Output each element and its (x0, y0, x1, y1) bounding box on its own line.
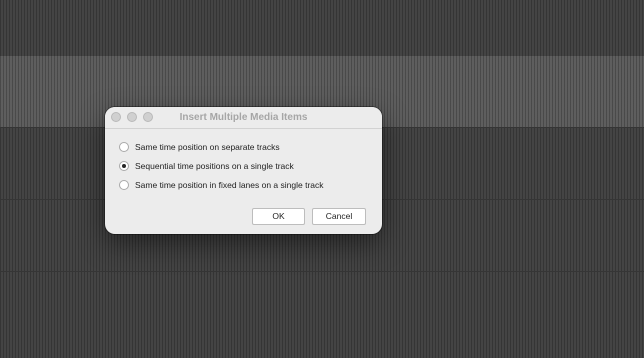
insert-media-dialog: Insert Multiple Media Items Same time po… (105, 107, 382, 234)
cancel-button[interactable]: Cancel (312, 208, 366, 225)
track-lane[interactable] (0, 0, 644, 56)
option-sequential-single-track[interactable]: Sequential time positions on a single tr… (119, 159, 294, 173)
dialog-title: Insert Multiple Media Items (179, 112, 308, 123)
track-lane[interactable] (0, 272, 644, 358)
option-label: Sequential time positions on a single tr… (135, 161, 294, 171)
option-label: Same time position in fixed lanes on a s… (135, 180, 324, 190)
radio-button[interactable] (119, 180, 129, 190)
ok-button[interactable]: OK (252, 208, 305, 225)
option-fixed-lanes[interactable]: Same time position in fixed lanes on a s… (119, 178, 324, 192)
dialog-titlebar[interactable]: Insert Multiple Media Items (105, 107, 382, 129)
option-label: Same time position on separate tracks (135, 142, 280, 152)
option-separate-tracks[interactable]: Same time position on separate tracks (119, 140, 280, 154)
radio-button[interactable] (119, 142, 129, 152)
radio-button-selected[interactable] (119, 161, 129, 171)
